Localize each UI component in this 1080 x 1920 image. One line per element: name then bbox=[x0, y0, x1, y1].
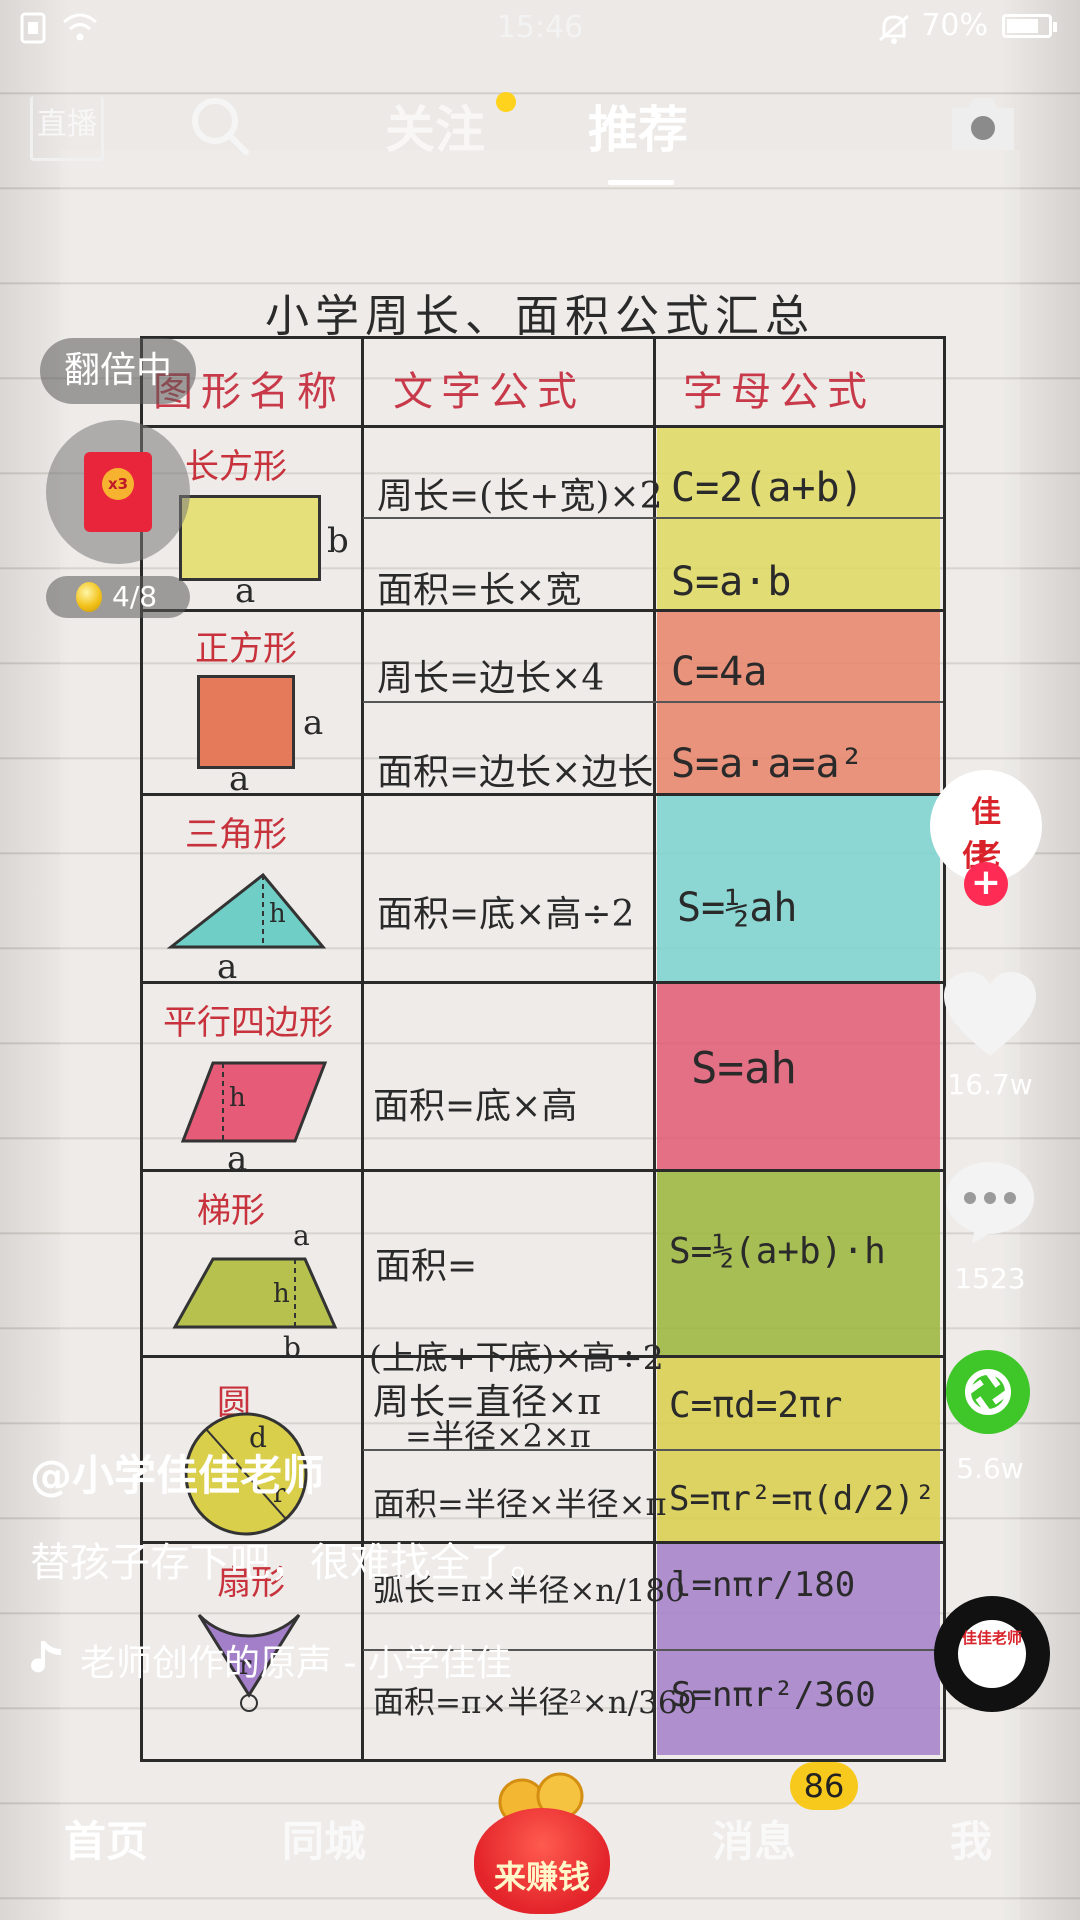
video-description: 替孩子存下吧，很难找全了。 bbox=[30, 1540, 550, 1586]
word-formula: 周长=边长×4 bbox=[377, 658, 605, 699]
camera-icon[interactable] bbox=[948, 92, 1018, 154]
comment-count: 1523 bbox=[954, 1262, 1026, 1295]
shape-label: a bbox=[229, 759, 250, 799]
search-icon[interactable] bbox=[188, 94, 252, 158]
gold-coin-icon bbox=[76, 582, 102, 612]
author-name[interactable]: @小学佳佳老师 bbox=[30, 1442, 324, 1503]
parallelogram-drawing bbox=[180, 1061, 328, 1143]
coin-progress: 4/8 bbox=[46, 576, 190, 618]
word-formula: 面积=边长×边长 bbox=[377, 752, 654, 793]
shape-label: a bbox=[235, 571, 256, 611]
red-packet-icon: x3 bbox=[84, 452, 152, 532]
letter-formula: S=nπr²/360 bbox=[671, 1675, 876, 1715]
live-button[interactable]: 直播 bbox=[30, 96, 104, 161]
follow-new-dot bbox=[496, 92, 516, 112]
trapezoid-drawing bbox=[172, 1257, 338, 1329]
word-formula: 面积= bbox=[375, 1246, 478, 1287]
status-time: 15:46 bbox=[496, 10, 584, 45]
letter-formula: S=½(a+b)·h bbox=[669, 1231, 886, 1272]
share-icon[interactable] bbox=[944, 1348, 1032, 1436]
letter-formula: S=ah bbox=[691, 1043, 797, 1094]
shape-label: a bbox=[293, 1219, 310, 1252]
shape-label: a bbox=[303, 703, 324, 743]
follow-button[interactable]: + bbox=[964, 862, 1008, 906]
nav-messages[interactable]: 消息 bbox=[712, 1808, 796, 1869]
header-word-formula: 文字公式 bbox=[393, 369, 585, 415]
letter-formula: S=a·a=a² bbox=[671, 741, 864, 787]
word-formula: =半径×2×π bbox=[405, 1417, 591, 1455]
shape-label: a bbox=[227, 1139, 248, 1179]
table-sub-divider bbox=[363, 701, 943, 703]
nav-nearby[interactable]: 同城 bbox=[282, 1808, 366, 1869]
video-player[interactable]: 小学周长、面积公式汇总 图形名称 文字公式 字母公式 长方形 a b 周长=(长… bbox=[0, 0, 1080, 1920]
heart-icon[interactable] bbox=[940, 968, 1040, 1060]
earn-label: 来赚钱 bbox=[493, 1858, 590, 1896]
shape-label: h bbox=[229, 1083, 246, 1113]
rectangle-drawing bbox=[179, 495, 321, 581]
shape-name-triangle: 三角形 bbox=[185, 815, 287, 855]
status-bar: 15:46 70% bbox=[0, 0, 1080, 56]
shape-name-rectangle: 长方形 bbox=[185, 447, 287, 487]
letter-formula: S=a·b bbox=[671, 559, 792, 605]
word-formula: 面积=底×高 bbox=[373, 1086, 578, 1127]
earn-money-button[interactable]: 来赚钱 bbox=[468, 1768, 616, 1918]
shape-label: b bbox=[283, 1331, 301, 1364]
battery-icon bbox=[1002, 14, 1057, 38]
tab-recommend[interactable]: 推荐 bbox=[588, 90, 688, 162]
battery-percent: 70% bbox=[921, 8, 988, 43]
sheet-title: 小学周长、面积公式汇总 bbox=[265, 291, 815, 342]
tab-selected-indicator bbox=[608, 180, 674, 185]
square-drawing bbox=[197, 675, 295, 769]
letter-formula: S=½ah bbox=[677, 885, 798, 931]
word-formula: 面积=底×高÷2 bbox=[377, 894, 635, 935]
letter-formula: S=πr²=π(d/2)² bbox=[669, 1479, 936, 1519]
messages-badge: 86 bbox=[790, 1762, 858, 1810]
letter-formula: l=nπr/180 bbox=[671, 1565, 856, 1605]
share-count: 5.6w bbox=[956, 1452, 1024, 1485]
music-disc[interactable]: 佳佳老师 bbox=[934, 1596, 1050, 1712]
double-reward-badge: 翻倍中 bbox=[40, 338, 196, 404]
music-title: 老师创作的原声 - 小学佳佳 bbox=[80, 1643, 512, 1684]
shape-name-square: 正方形 bbox=[195, 629, 297, 669]
word-formula: (上底+下底)×高÷2 bbox=[369, 1338, 664, 1377]
shape-label: h bbox=[269, 899, 286, 929]
top-nav: 直播 关注 推荐 bbox=[0, 70, 1080, 185]
nav-me[interactable]: 我 bbox=[950, 1808, 992, 1869]
tab-follow[interactable]: 关注 bbox=[385, 90, 485, 162]
music-disc-label: 佳佳老师 bbox=[958, 1620, 1026, 1688]
music-note-icon bbox=[31, 1641, 61, 1673]
triangle-drawing bbox=[167, 872, 327, 949]
table-row-divider bbox=[143, 981, 943, 984]
nav-home[interactable]: 首页 bbox=[64, 1808, 148, 1869]
word-formula: 面积=长×宽 bbox=[377, 570, 582, 611]
mute-bell-icon bbox=[879, 14, 909, 44]
shape-label: a bbox=[217, 947, 238, 987]
header-letter-formula: 字母公式 bbox=[683, 369, 875, 415]
comment-icon[interactable] bbox=[942, 1156, 1038, 1246]
table-column-divider bbox=[653, 339, 656, 1759]
shape-label: h bbox=[273, 1279, 290, 1309]
letter-formula: C=πd=2πr bbox=[669, 1385, 843, 1426]
letter-formula: C=4a bbox=[671, 649, 768, 695]
word-formula: 周长=(长+宽)×2 bbox=[377, 476, 663, 517]
table-row-divider bbox=[143, 425, 943, 428]
shape-label: b bbox=[327, 521, 349, 561]
shape-name-parallelogram: 平行四边形 bbox=[163, 1003, 333, 1043]
shape-name-trapezoid: 梯形 bbox=[197, 1191, 265, 1231]
red-packet-multiplier: x3 bbox=[102, 468, 134, 500]
letter-formula: C=2(a+b) bbox=[671, 465, 864, 511]
word-formula: 面积=半径×半径×π bbox=[373, 1485, 667, 1523]
like-count: 16.7w bbox=[947, 1068, 1033, 1101]
bottom-nav: 首页 同城 来赚钱 消息 86 我 bbox=[0, 1762, 1080, 1920]
coin-progress-text: 4/8 bbox=[112, 580, 158, 613]
red-packet-widget[interactable]: x3 bbox=[46, 420, 190, 564]
table-row-divider bbox=[143, 1169, 943, 1172]
music-info[interactable]: 老师创作的原声 - 小学佳佳 bbox=[30, 1634, 512, 1686]
